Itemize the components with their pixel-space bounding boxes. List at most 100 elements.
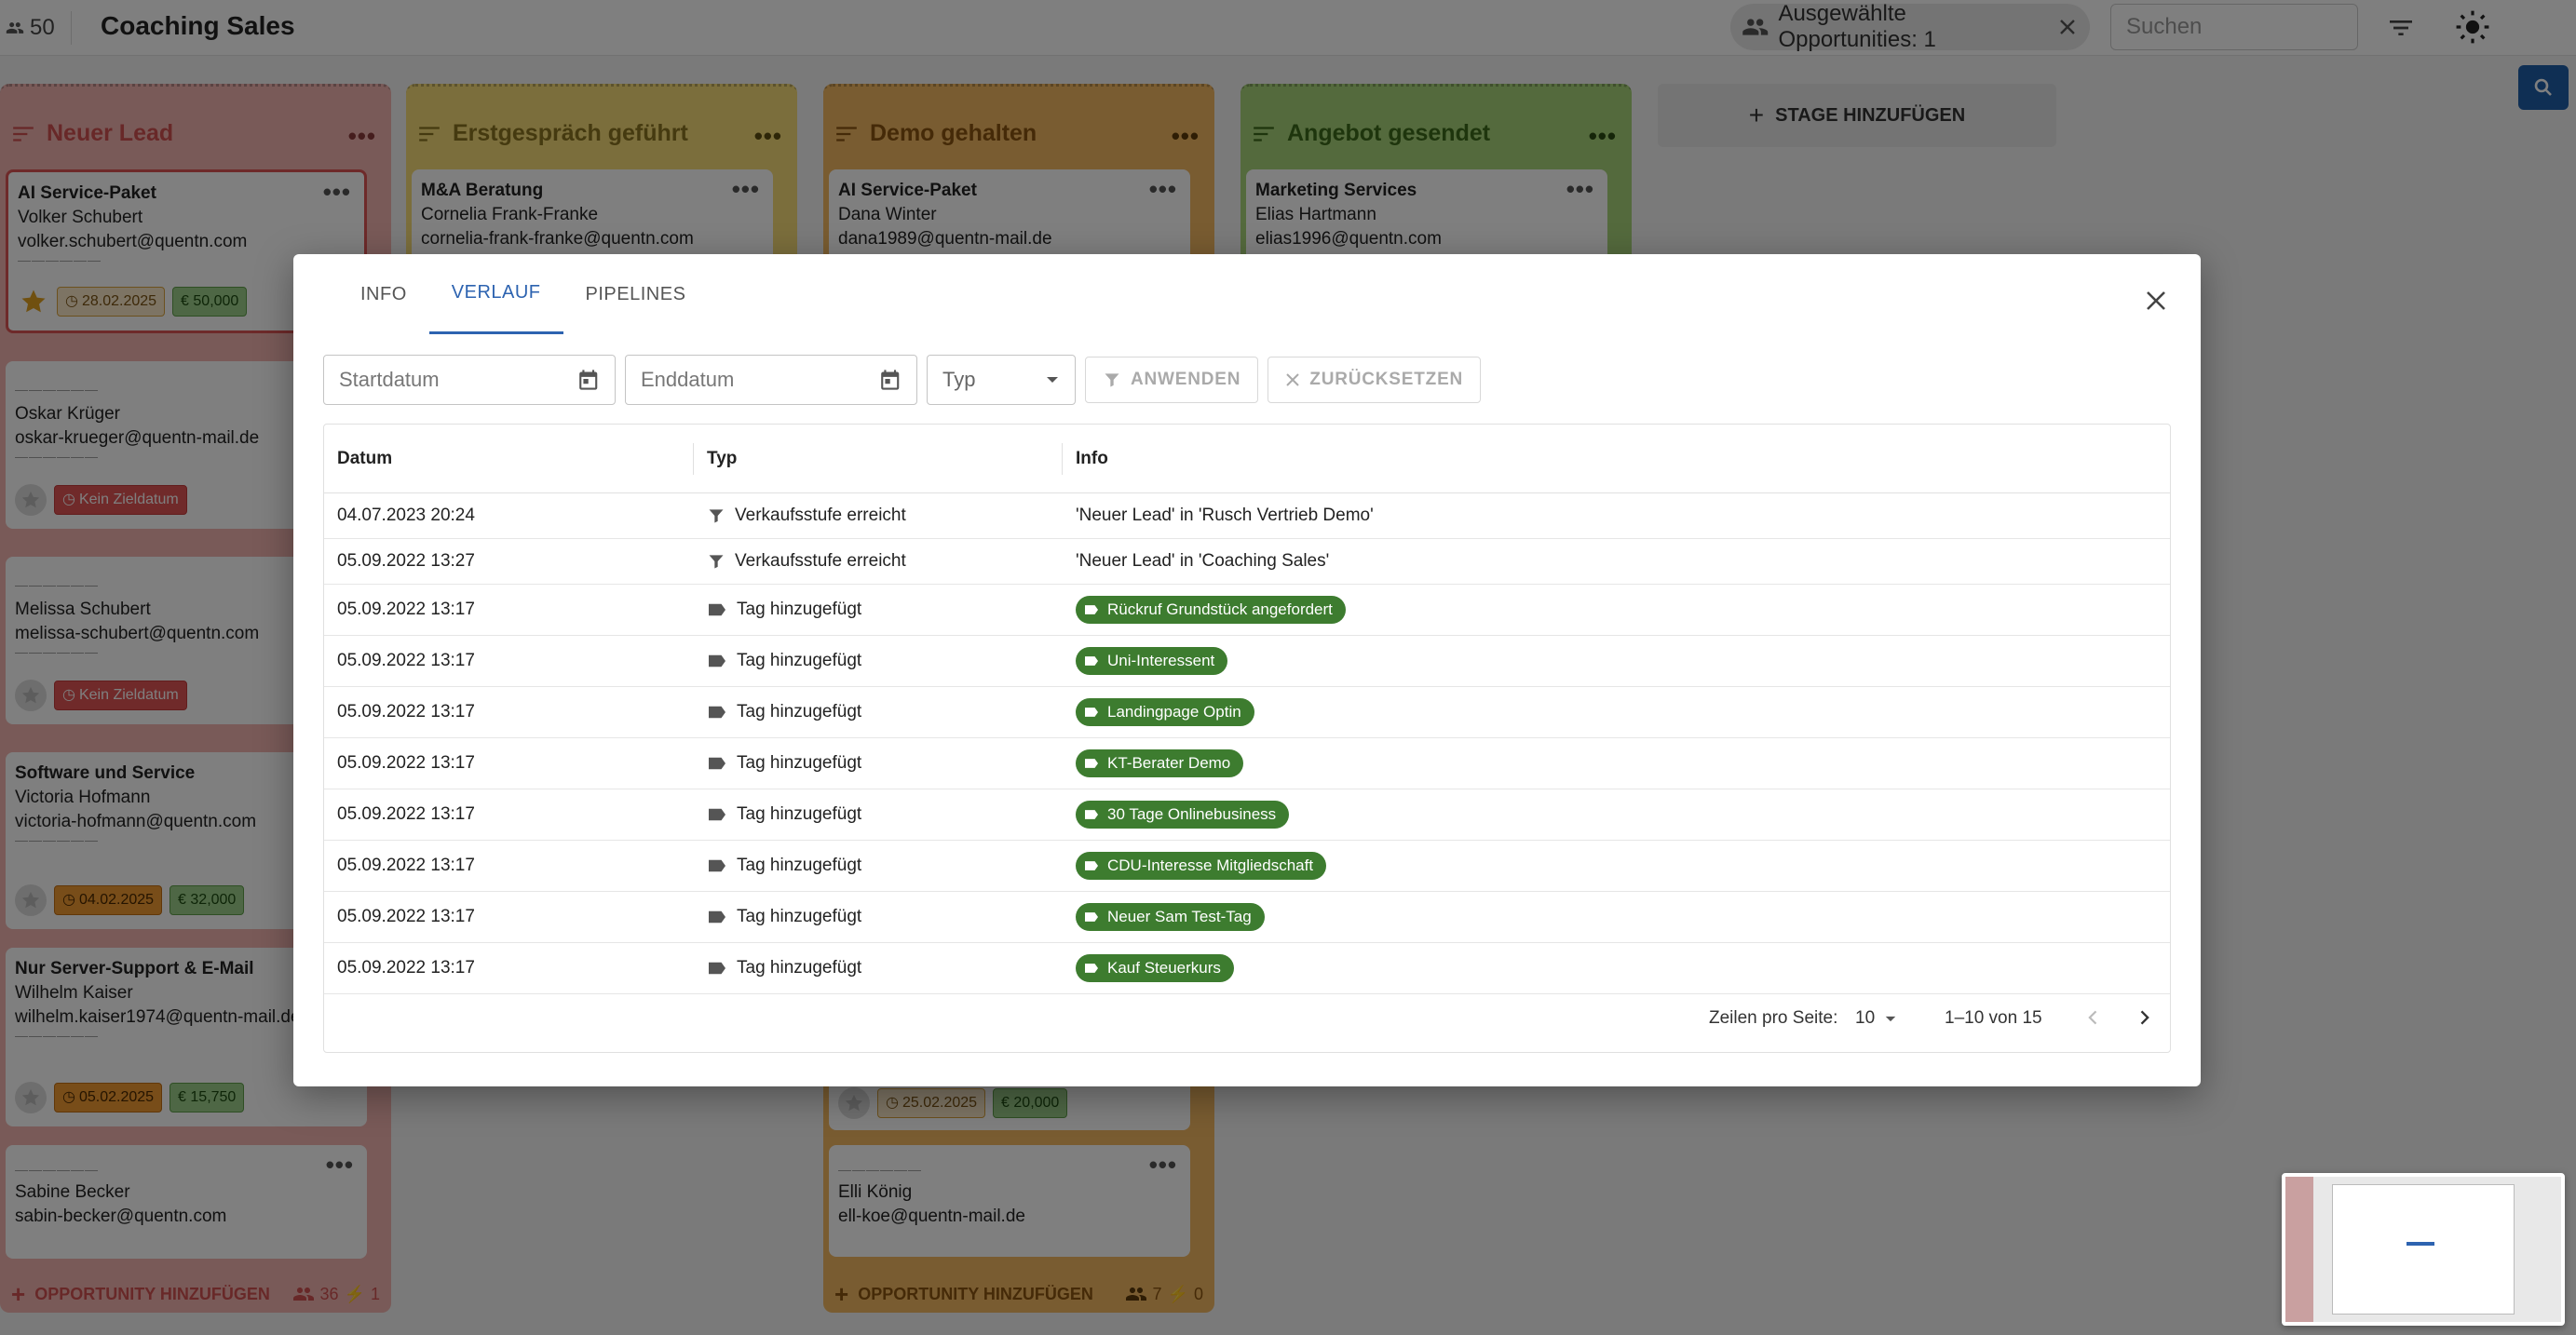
- history-filters: Typ ANWENDEN ZURÜCKSETZEN: [323, 355, 1482, 405]
- cell-info: KT-Berater Demo: [1076, 738, 1244, 789]
- next-page-button[interactable]: [2135, 1007, 2153, 1033]
- funnel-icon: [707, 506, 725, 525]
- type-select[interactable]: Typ: [927, 355, 1076, 405]
- tag-icon: [1083, 706, 1100, 719]
- cell-info: Neuer Sam Test-Tag: [1076, 892, 1265, 942]
- tab-verlauf[interactable]: VERLAUF: [428, 254, 563, 334]
- cell-date: 05.09.2022 13:17: [337, 804, 475, 824]
- chevron-right-icon: [2140, 1010, 2149, 1025]
- cell-date: 05.09.2022 13:17: [337, 702, 475, 721]
- tag-label: 30 Tage Onlinebusiness: [1107, 805, 1277, 823]
- cell-info: Landingpage Optin: [1076, 687, 1254, 737]
- tag-label: CDU-Interesse Mitgliedschaft: [1107, 856, 1314, 874]
- tag-label: Neuer Sam Test-Tag: [1107, 908, 1252, 925]
- tag-chip[interactable]: Kauf Steuerkurs: [1076, 954, 1234, 982]
- cell-info: 'Neuer Lead' in 'Coaching Sales': [1076, 551, 1330, 571]
- end-date-input[interactable]: [641, 368, 878, 392]
- page-range: 1–10 von 15: [1945, 1008, 2042, 1028]
- cell-type-label: Tag hinzugefügt: [737, 804, 862, 824]
- tag-icon: [707, 601, 727, 618]
- minimap-column: [2285, 1177, 2313, 1322]
- cell-date: 05.09.2022 13:17: [337, 907, 475, 926]
- table-row: 04.07.2023 20:24 Verkaufsstufe erreicht 'N…: [324, 493, 2170, 539]
- column-header-info[interactable]: Info: [1076, 425, 1108, 493]
- cell-type-label: Tag hinzugefügt: [737, 600, 862, 619]
- close-button[interactable]: [2145, 290, 2167, 317]
- reset-button[interactable]: ZURÜCKSETZEN: [1268, 357, 1482, 403]
- tag-chip[interactable]: Neuer Sam Test-Tag: [1076, 903, 1265, 931]
- cell-info: CDU-Interesse Mitgliedschaft: [1076, 841, 1327, 891]
- tag-chip[interactable]: Landingpage Optin: [1076, 698, 1254, 726]
- calendar-icon[interactable]: [576, 367, 600, 393]
- tag-label: Kauf Steuerkurs: [1107, 959, 1221, 977]
- cell-info: Uni-Interessent: [1076, 636, 1228, 686]
- tag-icon: [707, 806, 727, 823]
- tag-icon: [707, 653, 727, 669]
- cell-type-label: Tag hinzugefügt: [737, 753, 862, 773]
- cell-info: Rückruf Grundstück angefordert: [1076, 585, 1346, 635]
- pagination: Zeilen pro Seite: 10 1–10 von 15: [324, 985, 2170, 1052]
- apply-label: ANWENDEN: [1131, 370, 1241, 389]
- tab-info[interactable]: INFO: [338, 254, 429, 334]
- dropdown-arrow-icon: [1885, 1016, 1896, 1021]
- chevron-left-icon: [2088, 1010, 2097, 1025]
- cell-info: 'Neuer Lead' in 'Rusch Vertrieb Demo': [1076, 506, 1374, 525]
- history-table: Datum Typ Info 04.07.2023 20:24 Verkaufss…: [323, 424, 2171, 1053]
- cell-type-label: Tag hinzugefügt: [737, 856, 862, 875]
- cell-date: 04.07.2023 20:24: [337, 506, 475, 525]
- cell-type: Tag hinzugefügt: [707, 585, 861, 635]
- table-header: Datum Typ Info: [324, 425, 2170, 493]
- rows-per-page-select[interactable]: 10: [1855, 1008, 1897, 1029]
- tag-chip[interactable]: Uni-Interessent: [1076, 647, 1228, 675]
- table-row: 05.09.2022 13:17 Tag hinzugefügt Landingpa…: [324, 687, 2170, 738]
- cell-type: Tag hinzugefügt: [707, 636, 861, 686]
- table-row: 05.09.2022 13:17 Tag hinzugefügt CDU-Inter…: [324, 841, 2170, 892]
- table-row: 05.09.2022 13:17 Tag hinzugefügt Rückruf G…: [324, 585, 2170, 636]
- minimap[interactable]: [2282, 1173, 2565, 1326]
- cell-type: Tag hinzugefügt: [707, 738, 861, 789]
- tag-label: Uni-Interessent: [1107, 652, 1215, 669]
- calendar-icon[interactable]: [878, 367, 902, 393]
- table-row: 05.09.2022 13:17 Tag hinzugefügt 30 Tage O…: [324, 789, 2170, 841]
- tag-icon: [707, 704, 727, 721]
- funnel-icon: [1105, 373, 1119, 387]
- table-row: 05.09.2022 13:17 Tag hinzugefügt Uni-Inter…: [324, 636, 2170, 687]
- tag-icon: [707, 960, 727, 977]
- cell-type: Verkaufsstufe erreicht: [707, 539, 906, 584]
- opportunity-dialog: INFO VERLAUF PIPELINES Typ ANWENDEN ZURÜ…: [293, 254, 2201, 1086]
- tab-pipelines[interactable]: PIPELINES: [563, 254, 709, 334]
- type-select-placeholder: Typ: [942, 368, 976, 391]
- tag-icon: [1083, 859, 1100, 872]
- close-icon: [2147, 291, 2165, 310]
- table-row: 05.09.2022 13:17 Tag hinzugefügt KT-Berate…: [324, 738, 2170, 789]
- table-row: 05.09.2022 13:27 Verkaufsstufe erreicht 'N…: [324, 539, 2170, 585]
- apply-button[interactable]: ANWENDEN: [1085, 357, 1259, 403]
- previous-page-button[interactable]: [2084, 1007, 2103, 1033]
- column-header-typ[interactable]: Typ: [707, 425, 737, 493]
- column-separator: [693, 443, 694, 475]
- cell-type: Tag hinzugefügt: [707, 841, 861, 891]
- cell-date: 05.09.2022 13:17: [337, 753, 475, 773]
- tag-label: KT-Berater Demo: [1107, 754, 1231, 772]
- reset-label: ZURÜCKSETZEN: [1309, 370, 1464, 389]
- tag-chip[interactable]: KT-Berater Demo: [1076, 749, 1244, 777]
- rows-per-page-value: 10: [1855, 1008, 1876, 1028]
- minimap-dialog: [2332, 1184, 2515, 1315]
- tag-icon: [1083, 962, 1100, 975]
- cell-type: Tag hinzugefügt: [707, 687, 861, 737]
- cell-date: 05.09.2022 13:27: [337, 551, 475, 571]
- tag-chip[interactable]: CDU-Interesse Mitgliedschaft: [1076, 852, 1327, 880]
- cell-type: Verkaufsstufe erreicht: [707, 493, 906, 538]
- cell-type: Tag hinzugefügt: [707, 789, 861, 840]
- end-date-field[interactable]: [625, 355, 917, 405]
- cell-date: 05.09.2022 13:17: [337, 600, 475, 619]
- cell-type-label: Verkaufsstufe erreicht: [735, 551, 906, 571]
- tag-chip[interactable]: 30 Tage Onlinebusiness: [1076, 801, 1290, 829]
- column-header-datum[interactable]: Datum: [337, 425, 392, 493]
- tag-icon: [707, 857, 727, 874]
- table-row: 05.09.2022 13:17 Tag hinzugefügt Neuer Sam…: [324, 892, 2170, 943]
- start-date-field[interactable]: [323, 355, 616, 405]
- tag-chip[interactable]: Rückruf Grundstück angefordert: [1076, 596, 1346, 624]
- start-date-input[interactable]: [339, 368, 576, 392]
- tag-icon: [1083, 757, 1100, 770]
